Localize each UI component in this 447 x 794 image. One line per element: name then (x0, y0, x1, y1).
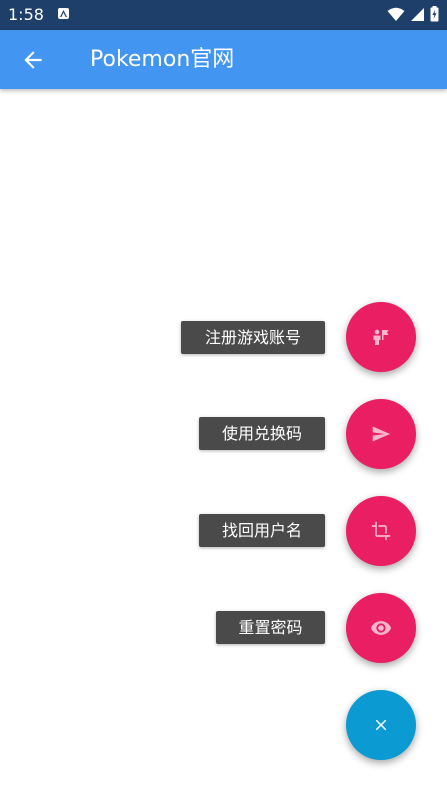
redeem-code-button[interactable] (346, 399, 416, 469)
speed-dial-close-button[interactable] (346, 690, 416, 760)
send-icon (372, 426, 391, 442)
recover-username-label[interactable]: 找回用户名 (199, 514, 325, 547)
signal-icon (411, 7, 424, 21)
status-time: 1:58 (8, 5, 44, 24)
recover-username-button[interactable] (346, 496, 416, 566)
reset-password-label[interactable]: 重置密码 (216, 611, 325, 644)
reset-password-button[interactable] (346, 593, 416, 663)
notification-a-icon (58, 8, 69, 19)
eye-icon (370, 621, 392, 635)
app-bar: Pokemon官网 (0, 30, 447, 89)
crop-icon (371, 521, 391, 541)
wifi-icon (387, 7, 405, 21)
back-button[interactable] (20, 47, 46, 73)
arrow-left-icon (24, 51, 42, 69)
close-icon (375, 719, 387, 731)
page-title: Pokemon官网 (90, 47, 235, 72)
status-bar: 1:58 (0, 0, 447, 30)
person-flag-icon (373, 329, 389, 345)
redeem-code-label[interactable]: 使用兑换码 (199, 417, 325, 450)
register-account-button[interactable] (346, 302, 416, 372)
register-account-label[interactable]: 注册游戏账号 (181, 321, 325, 354)
battery-charging-icon (430, 6, 439, 22)
